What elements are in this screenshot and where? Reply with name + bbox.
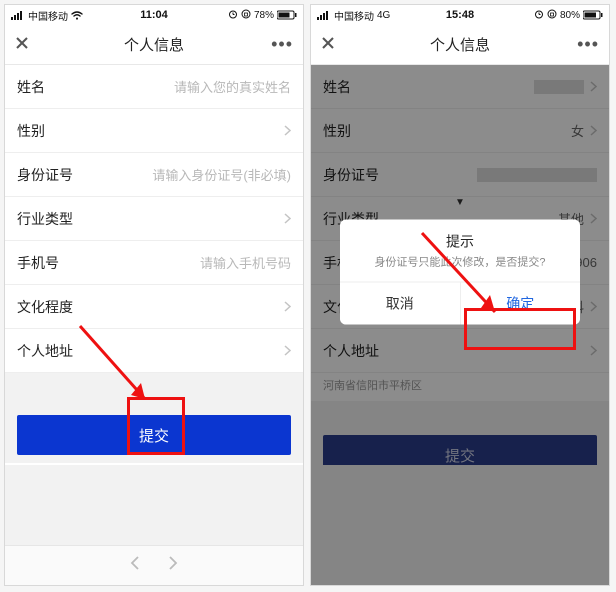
field-placeholder: 请输入您的真实姓名	[174, 77, 291, 96]
field-label: 文化程度	[17, 297, 73, 317]
alarm-icon	[534, 9, 544, 22]
form: 姓名 请输入您的真实姓名 性别 身份证号 请输入身份证号(非必填) 行业类型 手…	[5, 65, 303, 373]
field-phone[interactable]: 手机号 请输入手机号码	[5, 241, 303, 285]
cancel-button[interactable]: 取消	[340, 282, 460, 324]
confirm-button[interactable]: 确定	[460, 282, 581, 324]
field-label: 行业类型	[17, 209, 73, 229]
more-icon[interactable]: •••	[575, 34, 599, 55]
battery-pct: 80%	[560, 10, 580, 21]
field-name[interactable]: 姓名 请输入您的真实姓名	[5, 65, 303, 109]
blank-area	[5, 465, 303, 545]
field-industry[interactable]: 行业类型	[5, 197, 303, 241]
page-title: 个人信息	[311, 34, 609, 55]
field-label: 个人地址	[17, 341, 73, 361]
phone-right: 中国移动 4G 15:48 80%	[310, 4, 610, 586]
chevron-right-icon	[284, 213, 291, 224]
network-label: 4G	[377, 10, 390, 21]
close-icon[interactable]	[321, 34, 345, 55]
battery-icon	[277, 10, 297, 20]
field-education[interactable]: 文化程度	[5, 285, 303, 329]
rotation-lock-icon	[547, 9, 557, 22]
nav-bar: 个人信息 •••	[311, 25, 609, 65]
carrier-label: 中国移动	[334, 8, 374, 23]
signal-bars-icon	[317, 11, 331, 20]
battery-icon	[583, 10, 603, 20]
phone-left: 中国移动 11:04 78%	[4, 4, 304, 586]
chevron-right-icon	[284, 125, 291, 136]
modal-overlay	[311, 65, 609, 585]
status-bar: 中国移动 4G 15:48 80%	[311, 5, 609, 25]
dialog-message: 身份证号只能此次修改，是否提交?	[340, 253, 580, 281]
field-label: 性别	[17, 121, 45, 141]
field-label: 手机号	[17, 253, 59, 273]
submit-area: 提交	[5, 399, 303, 463]
submit-button[interactable]: 提交	[17, 415, 291, 455]
field-placeholder: 请输入手机号码	[200, 253, 291, 272]
page-title: 个人信息	[5, 34, 303, 55]
signal-bars-icon	[11, 11, 25, 20]
carrier-label: 中国移动	[28, 8, 68, 23]
chevron-right-icon	[284, 345, 291, 356]
nav-back-icon[interactable]	[129, 555, 140, 576]
confirm-dialog: 提示 身份证号只能此次修改，是否提交? 取消 确定	[340, 219, 580, 324]
chevron-right-icon	[284, 301, 291, 312]
nav-bar: 个人信息 •••	[5, 25, 303, 65]
field-address[interactable]: 个人地址	[5, 329, 303, 373]
wifi-icon	[71, 11, 83, 20]
field-gender[interactable]: 性别	[5, 109, 303, 153]
alarm-icon	[228, 9, 238, 22]
spacer	[5, 373, 303, 399]
field-id[interactable]: 身份证号 请输入身份证号(非必填)	[5, 153, 303, 197]
battery-pct: 78%	[254, 10, 274, 21]
more-icon[interactable]: •••	[269, 34, 293, 55]
nav-forward-icon[interactable]	[168, 555, 179, 576]
bottom-nav	[5, 545, 303, 585]
field-label: 身份证号	[17, 165, 73, 185]
dialog-title: 提示	[340, 219, 580, 253]
close-icon[interactable]	[15, 34, 39, 55]
field-placeholder: 请输入身份证号(非必填)	[152, 165, 291, 184]
status-bar: 中国移动 11:04 78%	[5, 5, 303, 25]
field-label: 姓名	[17, 77, 45, 97]
rotation-lock-icon	[241, 9, 251, 22]
